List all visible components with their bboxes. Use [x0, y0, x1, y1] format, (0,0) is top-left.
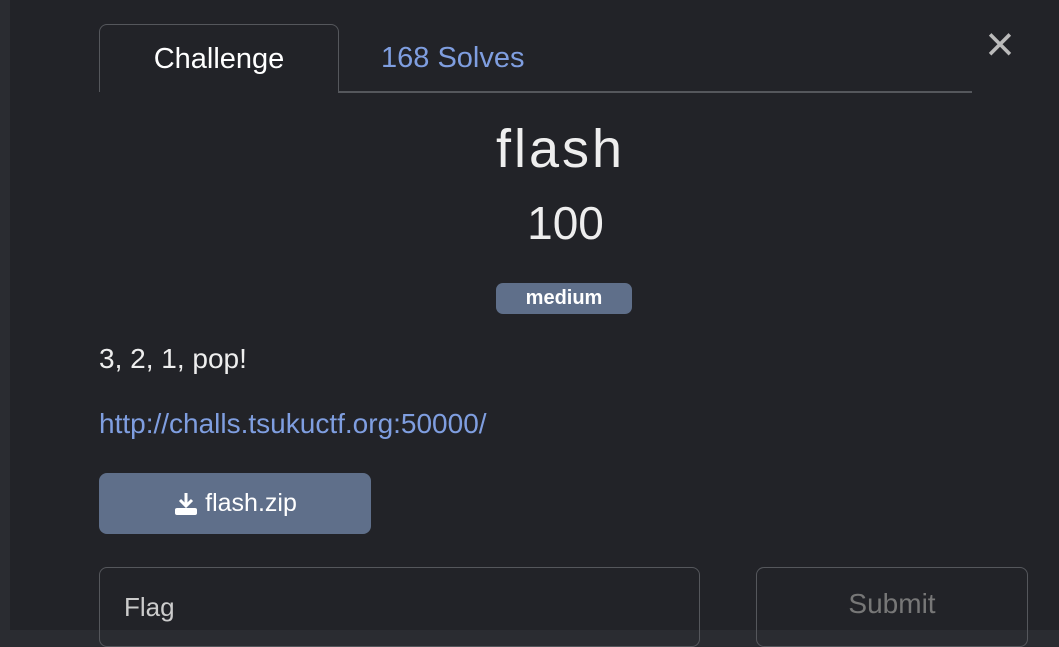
download-icon	[175, 492, 198, 515]
submit-button[interactable]: Submit	[756, 567, 1028, 647]
challenge-link[interactable]: http://challs.tsukuctf.org:50000/	[99, 408, 487, 440]
difficulty-badge: medium	[496, 283, 632, 314]
challenge-name: flash	[495, 119, 626, 179]
flag-input[interactable]	[99, 567, 700, 647]
tab-solves[interactable]: 168 Solves	[381, 24, 525, 92]
challenge-description: 3, 2, 1, pop!	[99, 343, 247, 374]
close-icon[interactable]: ×	[978, 19, 1022, 69]
download-filename: flash.zip	[205, 489, 297, 517]
tab-challenge[interactable]: Challenge	[99, 24, 339, 92]
challenge-modal: Challenge 168 Solves × flash 100 medium …	[10, 0, 1059, 647]
download-button[interactable]: flash.zip	[99, 473, 371, 534]
tab-divider	[338, 91, 972, 93]
challenge-value: 100	[527, 197, 604, 249]
